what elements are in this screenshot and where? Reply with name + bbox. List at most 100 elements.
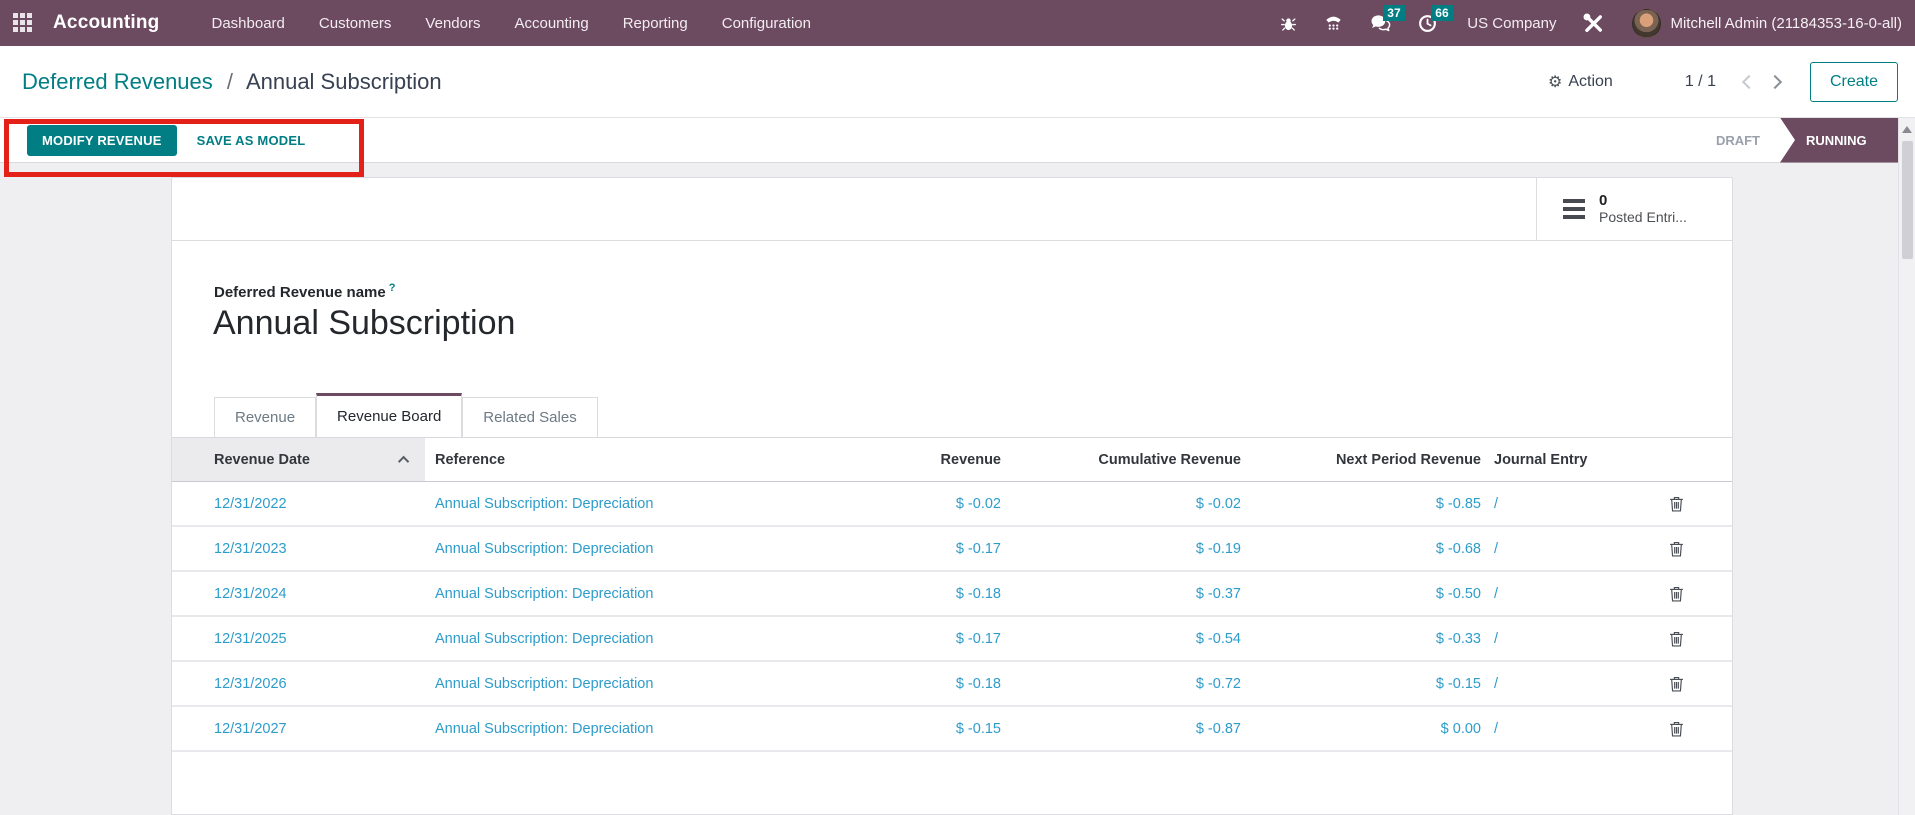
tab-revenue-board[interactable]: Revenue Board [316, 393, 462, 437]
cell-journal-entry[interactable]: / [1481, 676, 1621, 692]
modify-revenue-button[interactable]: MODIFY REVENUE [27, 125, 177, 156]
user-menu[interactable]: Mitchell Admin (21184353-16-0-all) [1670, 15, 1902, 32]
form-statusbar: MODIFY REVENUE SAVE AS MODEL DRAFT RUNNI… [0, 118, 1898, 163]
delete-row-button[interactable] [1669, 541, 1684, 557]
delete-row-button[interactable] [1669, 496, 1684, 512]
column-header-cumulative-revenue[interactable]: Cumulative Revenue [1001, 452, 1241, 468]
scrollbar-up-arrow-icon[interactable] [1902, 126, 1912, 133]
cell-revenue-date[interactable]: 12/31/2022 [172, 496, 425, 512]
user-avatar[interactable] [1632, 9, 1661, 38]
cell-cumulative-revenue[interactable]: $ -0.37 [1001, 586, 1241, 602]
pager-counter: 1 / 1 [1685, 73, 1716, 91]
column-header-next-period-revenue[interactable]: Next Period Revenue [1241, 452, 1481, 468]
table-row: 12/31/2024 Annual Subscription: Deprecia… [172, 572, 1732, 617]
cell-revenue-date[interactable]: 12/31/2023 [172, 541, 425, 557]
cell-reference[interactable]: Annual Subscription: Depreciation [425, 496, 781, 512]
control-panel-actions: ⚙ Action 1 / 1 Create [1548, 62, 1915, 102]
sort-ascending-icon [398, 455, 409, 466]
action-menu-label: Action [1568, 73, 1612, 91]
state-draft[interactable]: DRAFT [1716, 133, 1760, 148]
cell-revenue-date[interactable]: 12/31/2027 [172, 721, 425, 737]
cell-revenue-date[interactable]: 12/31/2025 [172, 631, 425, 647]
apps-grid-icon[interactable] [13, 13, 33, 33]
column-header-revenue-date[interactable]: Revenue Date [172, 438, 425, 481]
cell-revenue-date[interactable]: 12/31/2024 [172, 586, 425, 602]
menu-configuration[interactable]: Configuration [705, 3, 828, 44]
column-header-revenue[interactable]: Revenue [781, 452, 1001, 468]
cell-revenue[interactable]: $ -0.15 [781, 721, 1001, 737]
posted-entries-stat-button[interactable]: 0 Posted Entri... [1536, 178, 1732, 240]
cell-journal-entry[interactable]: / [1481, 541, 1621, 557]
cell-reference[interactable]: Annual Subscription: Depreciation [425, 676, 781, 692]
menu-vendors[interactable]: Vendors [408, 3, 497, 44]
tab-related-sales[interactable]: Related Sales [462, 397, 597, 437]
create-button[interactable]: Create [1810, 62, 1898, 102]
app-title: Accounting [53, 12, 160, 34]
cell-next-period-revenue[interactable]: $ -0.33 [1241, 631, 1481, 647]
vertical-scrollbar[interactable] [1898, 118, 1915, 815]
deferred-revenue-name-label: Deferred Revenue name? [214, 282, 395, 301]
state-running-active[interactable]: RUNNING [1780, 118, 1898, 163]
control-panel: Deferred Revenues / Annual Subscription … [0, 46, 1915, 118]
pager-next-icon[interactable] [1768, 74, 1782, 88]
column-header-journal-entry[interactable]: Journal Entry [1481, 452, 1621, 468]
pager-previous-icon[interactable] [1742, 74, 1756, 88]
voip-phone-icon[interactable] [1324, 14, 1343, 32]
top-nav-bar: Accounting Dashboard Customers Vendors A… [0, 0, 1915, 46]
top-right-cluster: 37 66 US Company Mitchell Admin (2118435… [1253, 9, 1902, 38]
cell-next-period-revenue[interactable]: $ -0.15 [1241, 676, 1481, 692]
table-row: 12/31/2022 Annual Subscription: Deprecia… [172, 482, 1732, 527]
scrollbar-thumb[interactable] [1902, 141, 1913, 259]
tab-revenue[interactable]: Revenue [214, 397, 316, 437]
debug-bug-icon[interactable] [1280, 15, 1297, 32]
cell-cumulative-revenue[interactable]: $ -0.02 [1001, 496, 1241, 512]
cell-revenue-date[interactable]: 12/31/2026 [172, 676, 425, 692]
gear-icon: ⚙ [1548, 72, 1562, 92]
delete-row-button[interactable] [1669, 631, 1684, 647]
menu-reporting[interactable]: Reporting [606, 3, 705, 44]
cell-reference[interactable]: Annual Subscription: Depreciation [425, 586, 781, 602]
help-marker-icon[interactable]: ? [389, 282, 396, 294]
cell-cumulative-revenue[interactable]: $ -0.72 [1001, 676, 1241, 692]
cell-cumulative-revenue[interactable]: $ -0.54 [1001, 631, 1241, 647]
save-as-model-button[interactable]: SAVE AS MODEL [195, 125, 308, 156]
tools-icon[interactable] [1583, 13, 1604, 34]
delete-row-button[interactable] [1669, 676, 1684, 692]
cell-journal-entry[interactable]: / [1481, 586, 1621, 602]
delete-row-button[interactable] [1669, 721, 1684, 737]
main-menu: Dashboard Customers Vendors Accounting R… [195, 3, 828, 44]
breadcrumb-parent-link[interactable]: Deferred Revenues [22, 69, 213, 94]
menu-customers[interactable]: Customers [302, 3, 409, 44]
cell-journal-entry[interactable]: / [1481, 721, 1621, 737]
menu-dashboard[interactable]: Dashboard [195, 3, 302, 44]
messages-icon[interactable]: 37 [1370, 14, 1391, 32]
record-title[interactable]: Annual Subscription [213, 304, 515, 343]
cell-journal-entry[interactable]: / [1481, 631, 1621, 647]
cell-next-period-revenue[interactable]: $ -0.85 [1241, 496, 1481, 512]
cell-next-period-revenue[interactable]: $ -0.50 [1241, 586, 1481, 602]
cell-cumulative-revenue[interactable]: $ -0.87 [1001, 721, 1241, 737]
action-menu-button[interactable]: ⚙ Action [1548, 72, 1613, 92]
cell-revenue[interactable]: $ -0.17 [781, 631, 1001, 647]
cell-revenue[interactable]: $ -0.02 [781, 496, 1001, 512]
cell-cumulative-revenue[interactable]: $ -0.19 [1001, 541, 1241, 557]
delete-row-button[interactable] [1669, 586, 1684, 602]
button-box: 0 Posted Entri... [172, 178, 1732, 241]
column-header-reference[interactable]: Reference [425, 452, 781, 468]
table-header-row: Revenue Date Reference Revenue Cumulativ… [172, 438, 1732, 482]
cell-revenue[interactable]: $ -0.18 [781, 676, 1001, 692]
menu-accounting[interactable]: Accounting [497, 3, 605, 44]
cell-revenue[interactable]: $ -0.18 [781, 586, 1001, 602]
cell-next-period-revenue[interactable]: $ 0.00 [1241, 721, 1481, 737]
state-widget: DRAFT RUNNING [1716, 118, 1898, 162]
cell-revenue[interactable]: $ -0.17 [781, 541, 1001, 557]
cell-reference[interactable]: Annual Subscription: Depreciation [425, 721, 781, 737]
cell-reference[interactable]: Annual Subscription: Depreciation [425, 541, 781, 557]
revenue-board-table: Revenue Date Reference Revenue Cumulativ… [172, 438, 1732, 752]
company-switcher[interactable]: US Company [1467, 15, 1556, 32]
posted-entries-count: 0 [1599, 192, 1687, 209]
cell-reference[interactable]: Annual Subscription: Depreciation [425, 631, 781, 647]
cell-journal-entry[interactable]: / [1481, 496, 1621, 512]
activities-clock-icon[interactable]: 66 [1418, 14, 1437, 33]
cell-next-period-revenue[interactable]: $ -0.68 [1241, 541, 1481, 557]
